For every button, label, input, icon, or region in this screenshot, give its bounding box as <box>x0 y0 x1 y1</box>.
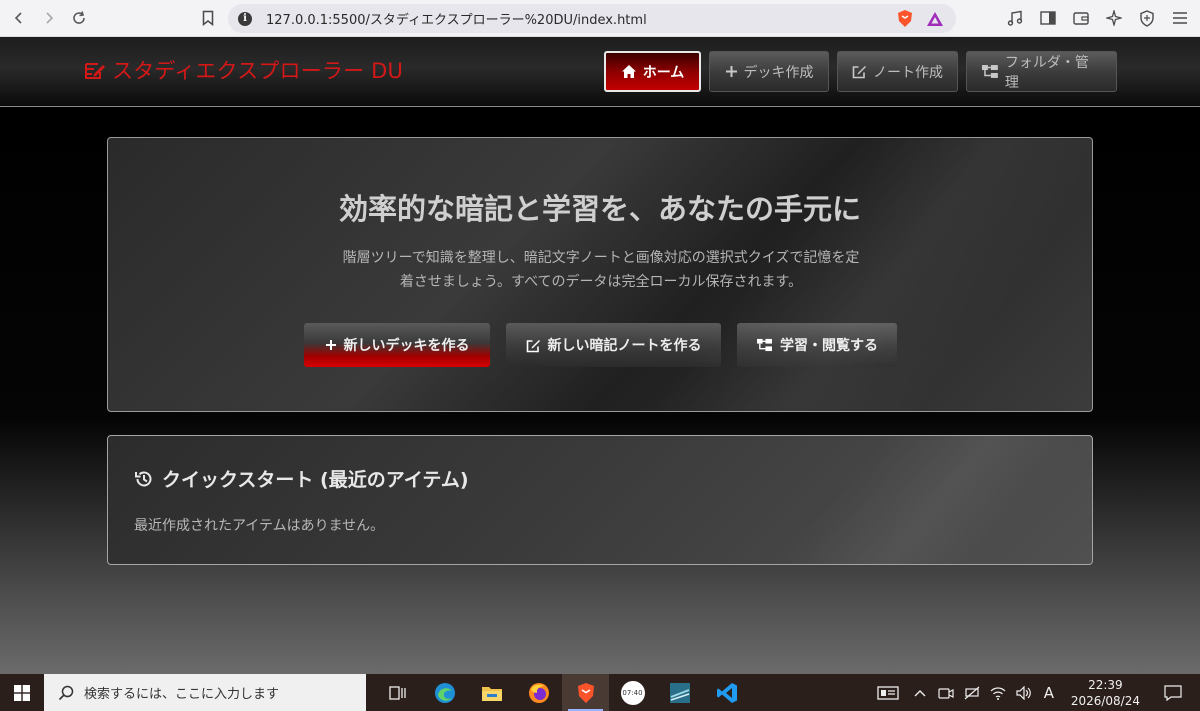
hero-description-line1: 階層ツリーで知識を整理し、暗記文字ノートと画像対応の選択式クイズで記憶を定 <box>342 250 860 266</box>
url-text[interactable]: 127.0.0.1:5500/スタディエクスプローラー%20DU/index.h… <box>266 9 647 28</box>
app-header: スタディエクスプローラー DU ホーム デッキ作成 ノート作成 フォルダ・管理 <box>0 37 1200 107</box>
new-note-button[interactable]: 新しい暗記ノートを作る <box>506 323 721 367</box>
firefox-icon <box>528 682 549 703</box>
vscode-icon <box>716 682 737 703</box>
chevron-right-icon <box>46 12 54 24</box>
nav-deck-create[interactable]: デッキ作成 <box>709 51 829 92</box>
brand-edit-icon <box>85 63 105 79</box>
hero-title: 効率的な暗記と学習を、あなたの手元に <box>338 192 861 226</box>
nav-home-label: ホーム <box>642 64 685 81</box>
reload-button[interactable] <box>64 3 94 33</box>
forward-button[interactable] <box>34 3 64 33</box>
hero-description: 階層ツリーで知識を整理し、暗記文字ノートと画像対応の選択式クイズで記憶を定 着さ… <box>308 246 894 294</box>
nav-folder-manage-label: フォルダ・管理 <box>1004 54 1089 91</box>
sidebar-icon[interactable] <box>1036 6 1060 30</box>
clock-app-badge: 07:40 <box>622 688 643 697</box>
browse-button[interactable]: 学習・閲覧する <box>737 323 897 367</box>
nav-home[interactable]: ホーム <box>604 51 701 92</box>
quick-start-empty-message: 最近作成されたアイテムはありません。 <box>134 518 385 534</box>
hero-actions: 新しいデッキを作る 新しい暗記ノートを作る 学習・閲覧する <box>304 323 897 367</box>
taskbar-firefox[interactable] <box>515 674 562 711</box>
brand-title: スタディエクスプローラー DU <box>112 59 404 83</box>
brave-icon <box>577 682 594 703</box>
edge-icon <box>434 682 455 703</box>
study-app-icon <box>669 682 690 703</box>
start-button[interactable] <box>0 674 44 711</box>
menu-icon[interactable] <box>1168 6 1192 30</box>
quick-start-title: クイックスタート (最近のアイテム) <box>134 465 469 492</box>
clock-date: 2026/08/24 <box>1070 693 1140 708</box>
clock-time: 22:39 <box>1088 677 1123 692</box>
taskbar-clock[interactable]: 22:39 2026/08/24 <box>1071 677 1140 709</box>
nav-folder-manage[interactable]: フォルダ・管理 <box>966 51 1117 92</box>
taskbar-search-placeholder: 検索するには、ここに入力します <box>84 687 280 702</box>
quick-start-section: クイックスタート (最近のアイテム) 最近作成されたアイテムはありません。 <box>107 435 1093 565</box>
new-note-button-label: 新しい暗記ノートを作る <box>547 338 702 354</box>
taskbar-clock-app[interactable]: 07:40 <box>609 674 656 711</box>
folder-tree-icon <box>757 338 772 352</box>
folder-tree-icon <box>981 65 998 78</box>
music-icon[interactable] <box>1003 6 1027 30</box>
site-info-icon[interactable]: i <box>238 11 252 26</box>
chevron-left-icon <box>14 12 22 24</box>
task-view-icon <box>388 685 406 700</box>
nav-note-create-label: ノート作成 <box>873 64 943 81</box>
back-button[interactable] <box>4 3 34 33</box>
vpn-shield-icon[interactable] <box>1135 6 1159 30</box>
clock-app-icon: 07:40 <box>620 680 645 705</box>
edit-icon <box>852 66 866 79</box>
search-icon <box>58 685 74 700</box>
taskbar-search[interactable]: 検索するには、ここに入力します <box>44 674 366 711</box>
volume-icon[interactable] <box>1013 685 1035 700</box>
nav-note-create[interactable]: ノート作成 <box>837 51 958 92</box>
leo-ai-icon[interactable] <box>1102 6 1126 30</box>
edit-icon <box>526 339 540 352</box>
address-bar[interactable]: i 127.0.0.1:5500/スタディエクスプローラー%20DU/index… <box>228 4 956 33</box>
notification-icon[interactable] <box>1156 684 1190 701</box>
home-icon <box>621 65 636 78</box>
taskbar-apps: 07:40 <box>374 674 750 711</box>
bookmark-button[interactable] <box>196 5 220 31</box>
brave-shield-icon[interactable] <box>896 9 914 28</box>
network-icon[interactable] <box>961 686 983 700</box>
wallet-icon[interactable] <box>1069 6 1093 30</box>
hero-description-line2: 着させましょう。すべてのデータは完全ローカル保存されます。 <box>399 274 803 290</box>
new-deck-button-label: 新しいデッキを作る <box>343 338 470 354</box>
history-icon <box>135 471 152 486</box>
plus-icon <box>725 66 737 77</box>
brave-rewards-icon[interactable] <box>926 10 944 28</box>
taskbar-edge[interactable] <box>421 674 468 711</box>
system-tray: A 22:39 2026/08/24 <box>869 674 1200 711</box>
brand-logo[interactable]: スタディエクスプローラー DU <box>84 55 403 85</box>
reload-icon <box>73 11 85 24</box>
taskbar-study-app[interactable] <box>656 674 703 711</box>
hero-section: 効率的な暗記と学習を、あなたの手元に 階層ツリーで知識を整理し、暗記文字ノートと… <box>107 137 1093 412</box>
new-deck-button[interactable]: 新しいデッキを作る <box>304 323 490 367</box>
windows-logo-icon <box>14 684 30 701</box>
taskbar-brave[interactable] <box>562 674 609 711</box>
folder-icon <box>481 686 502 701</box>
taskbar-explorer[interactable] <box>468 674 515 711</box>
browser-toolbar: i 127.0.0.1:5500/スタディエクスプローラー%20DU/index… <box>0 0 1200 37</box>
meet-now-icon[interactable] <box>935 686 957 700</box>
main-nav: ホーム デッキ作成 ノート作成 フォルダ・管理 <box>604 51 1117 92</box>
quick-start-title-text: クイックスタート (最近のアイテム) <box>162 469 469 491</box>
nav-deck-create-label: デッキ作成 <box>743 64 814 81</box>
bookmark-icon <box>202 10 214 26</box>
taskbar-vscode[interactable] <box>703 674 750 711</box>
plus-icon <box>325 340 336 350</box>
wifi-icon[interactable] <box>987 686 1009 700</box>
news-widget-icon[interactable] <box>871 685 905 700</box>
browse-button-label: 学習・閲覧する <box>780 338 878 354</box>
ime-indicator[interactable]: A <box>1039 684 1059 702</box>
windows-taskbar: 検索するには、ここに入力します 07:40 A 22:39 2026/08/24 <box>0 674 1200 711</box>
tray-expand-icon[interactable] <box>909 689 931 697</box>
task-view-button[interactable] <box>374 674 421 711</box>
